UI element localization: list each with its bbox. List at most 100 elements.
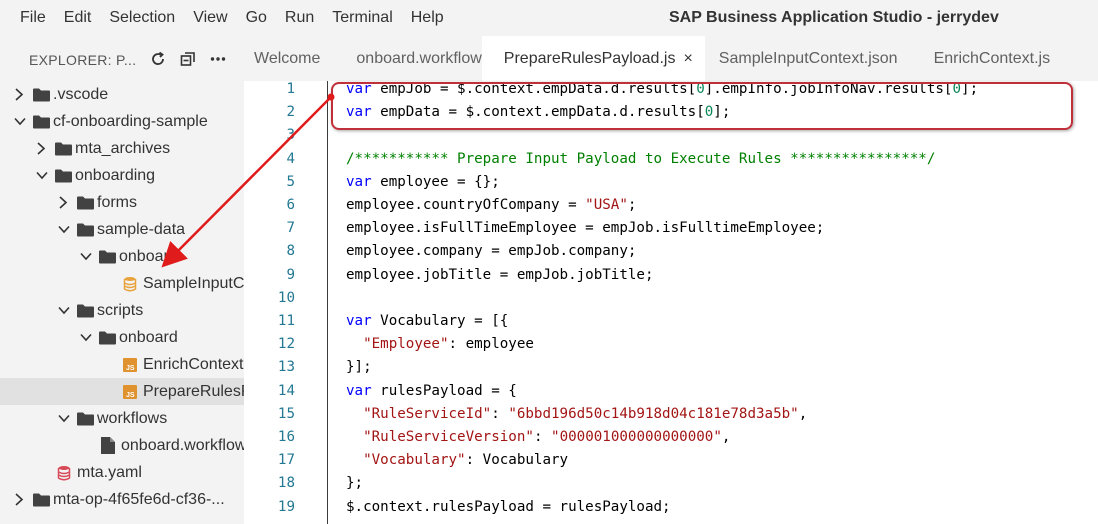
tree-file-item[interactable]: JS EnrichContext.js	[0, 351, 260, 378]
collapse-all-icon[interactable]	[178, 48, 198, 70]
tree-item-label: mta-op-4f65fe6d-cf36-...	[53, 491, 225, 508]
code-text: "Vocabulary": Vocabulary	[363, 452, 569, 469]
tree-folder-item[interactable]: workflows	[0, 405, 244, 432]
line-number: 9	[286, 266, 295, 283]
tree-folder-item[interactable]: onboard	[0, 243, 244, 270]
tab-sampleinputcontext-json[interactable]: SampleInputContext.json	[705, 36, 898, 81]
tab-onboard-workflow[interactable]: onboard.workflow	[320, 36, 481, 81]
tree-item-label: forms	[97, 194, 137, 211]
tab-welcome[interactable]: Welcome	[244, 36, 320, 81]
chevron-down-icon[interactable]	[79, 243, 93, 270]
chevron-right-icon[interactable]	[13, 81, 27, 108]
folder-icon	[33, 486, 51, 513]
tab-label: onboard.workflow	[356, 50, 482, 67]
code-text: /*********** Prepare Input Payload to Ex…	[346, 150, 936, 167]
chevron-down-icon[interactable]	[57, 405, 71, 432]
tree-item-label: onboarding	[75, 167, 156, 184]
code-text: var employee = {};	[346, 173, 500, 190]
tree-folder-item[interactable]: .vscode	[0, 81, 244, 108]
tree-folder-item[interactable]: cf-onboarding-sample	[0, 108, 244, 135]
explorer-sidebar: EXPLORER: P... .vscode cf-onboarding-samp…	[0, 36, 285, 524]
explorer-title: EXPLORER: P...	[29, 52, 137, 68]
tree-item-label: sample-data	[97, 221, 186, 238]
file-tree: .vscode cf-onboarding-sample mta_archiveso…	[0, 81, 285, 513]
line-number: 1	[286, 81, 295, 97]
tree-item-label: .vscode	[53, 86, 109, 103]
tree-folder-item[interactable]: mta-op-4f65fe6d-cf36-...	[0, 486, 244, 513]
tree-folder-item[interactable]: onboarding	[0, 162, 244, 189]
tree-folder-item[interactable]: onboard	[0, 324, 244, 351]
line-number: 16	[277, 429, 295, 445]
explorer-header: EXPLORER: P...	[0, 36, 244, 84]
folder-icon	[77, 189, 95, 216]
code-text: "RuleServiceVersion": "00000100000000000…	[363, 429, 731, 445]
code-text: $.context.rulesPayload = rulesPayload;	[346, 498, 671, 515]
refresh-icon[interactable]	[148, 48, 168, 70]
tab-enrichcontext-js[interactable]: EnrichContext.js	[898, 36, 1051, 81]
tree-item-label: EnrichContext.js	[143, 356, 260, 373]
chevron-right-icon[interactable]	[57, 189, 71, 216]
folder-icon	[77, 216, 95, 243]
chevron-down-icon[interactable]	[35, 162, 49, 189]
tree-folder-item[interactable]: forms	[0, 189, 244, 216]
js-file-icon: JS	[123, 378, 137, 405]
line-number: 15	[277, 405, 295, 422]
chevron-down-icon[interactable]	[13, 108, 27, 135]
line-number: 11	[277, 313, 295, 329]
tree-folder-item[interactable]: mta_archives	[0, 135, 244, 162]
line-number: 14	[277, 382, 295, 399]
code-text: }];	[346, 359, 372, 376]
line-number: 17	[277, 452, 295, 469]
json-file-icon	[123, 270, 137, 297]
menu-go[interactable]: Go	[237, 0, 276, 36]
menu-help[interactable]: Help	[402, 0, 453, 36]
tab-preparerulespayload-js[interactable]: PrepareRulesPayload.js ×	[481, 36, 705, 81]
explorer-actions	[148, 48, 228, 70]
tree-file-item[interactable]: JS PrepareRulesPayl...	[0, 378, 285, 405]
tree-folder-item[interactable]: scripts	[0, 297, 244, 324]
code-text: employee.countryOfCompany = "USA";	[346, 197, 637, 213]
tab-label: Welcome	[254, 50, 321, 67]
tree-file-item[interactable]: mta.yaml	[0, 459, 244, 486]
more-icon[interactable]	[208, 48, 228, 70]
code-editor[interactable]: 1 var empJob = $.context.empData.d.result…	[244, 81, 1098, 524]
chevron-down-icon[interactable]	[57, 216, 71, 243]
line-number: 4	[286, 150, 295, 167]
menu-selection[interactable]: Selection	[100, 0, 184, 36]
js-file-icon: JS	[123, 351, 137, 378]
folder-icon	[99, 243, 117, 270]
tree-item-label: cf-onboarding-sample	[53, 113, 208, 130]
menu-view[interactable]: View	[184, 0, 236, 36]
menu-run[interactable]: Run	[276, 0, 323, 36]
chevron-down-icon[interactable]	[79, 324, 93, 351]
line-number: 19	[277, 498, 295, 515]
yaml-file-icon	[57, 459, 71, 486]
line-number: 6	[286, 197, 295, 213]
folder-icon	[33, 81, 51, 108]
line-number: 13	[277, 359, 295, 376]
tree-file-item[interactable]: SampleInputCont...	[0, 270, 280, 297]
close-icon[interactable]: ×	[683, 36, 692, 81]
line-number: 7	[286, 220, 295, 237]
code-text: employee.jobTitle = empJob.jobTitle;	[346, 266, 654, 283]
code-text: "RuleServiceId": "6bbd196d50c14b918d04c1…	[363, 405, 808, 422]
menu-file[interactable]: File	[0, 0, 55, 36]
chevron-right-icon[interactable]	[35, 135, 49, 162]
tree-file-item[interactable]: onboard.workflow	[0, 432, 247, 459]
line-number: 5	[286, 173, 295, 190]
code-text: employee.isFullTimeEmployee = empJob.isF…	[346, 220, 825, 237]
folder-icon	[33, 108, 51, 135]
editor-tab-bar: Welcome onboard.workflow PrepareRulesPaylo…	[244, 36, 1098, 81]
line-number: 12	[277, 336, 295, 353]
menu-terminal[interactable]: Terminal	[323, 0, 401, 36]
tree-item-label: onboard.workflow	[121, 437, 247, 454]
tree-folder-item[interactable]: sample-data	[0, 216, 244, 243]
tree-item-label: workflows	[97, 410, 168, 427]
svg-text:JS: JS	[126, 392, 135, 399]
chevron-right-icon[interactable]	[13, 486, 27, 513]
svg-text:JS: JS	[126, 365, 135, 372]
folder-icon	[55, 162, 73, 189]
chevron-down-icon[interactable]	[57, 297, 71, 324]
menu-edit[interactable]: Edit	[55, 0, 101, 36]
folder-icon	[55, 135, 73, 162]
